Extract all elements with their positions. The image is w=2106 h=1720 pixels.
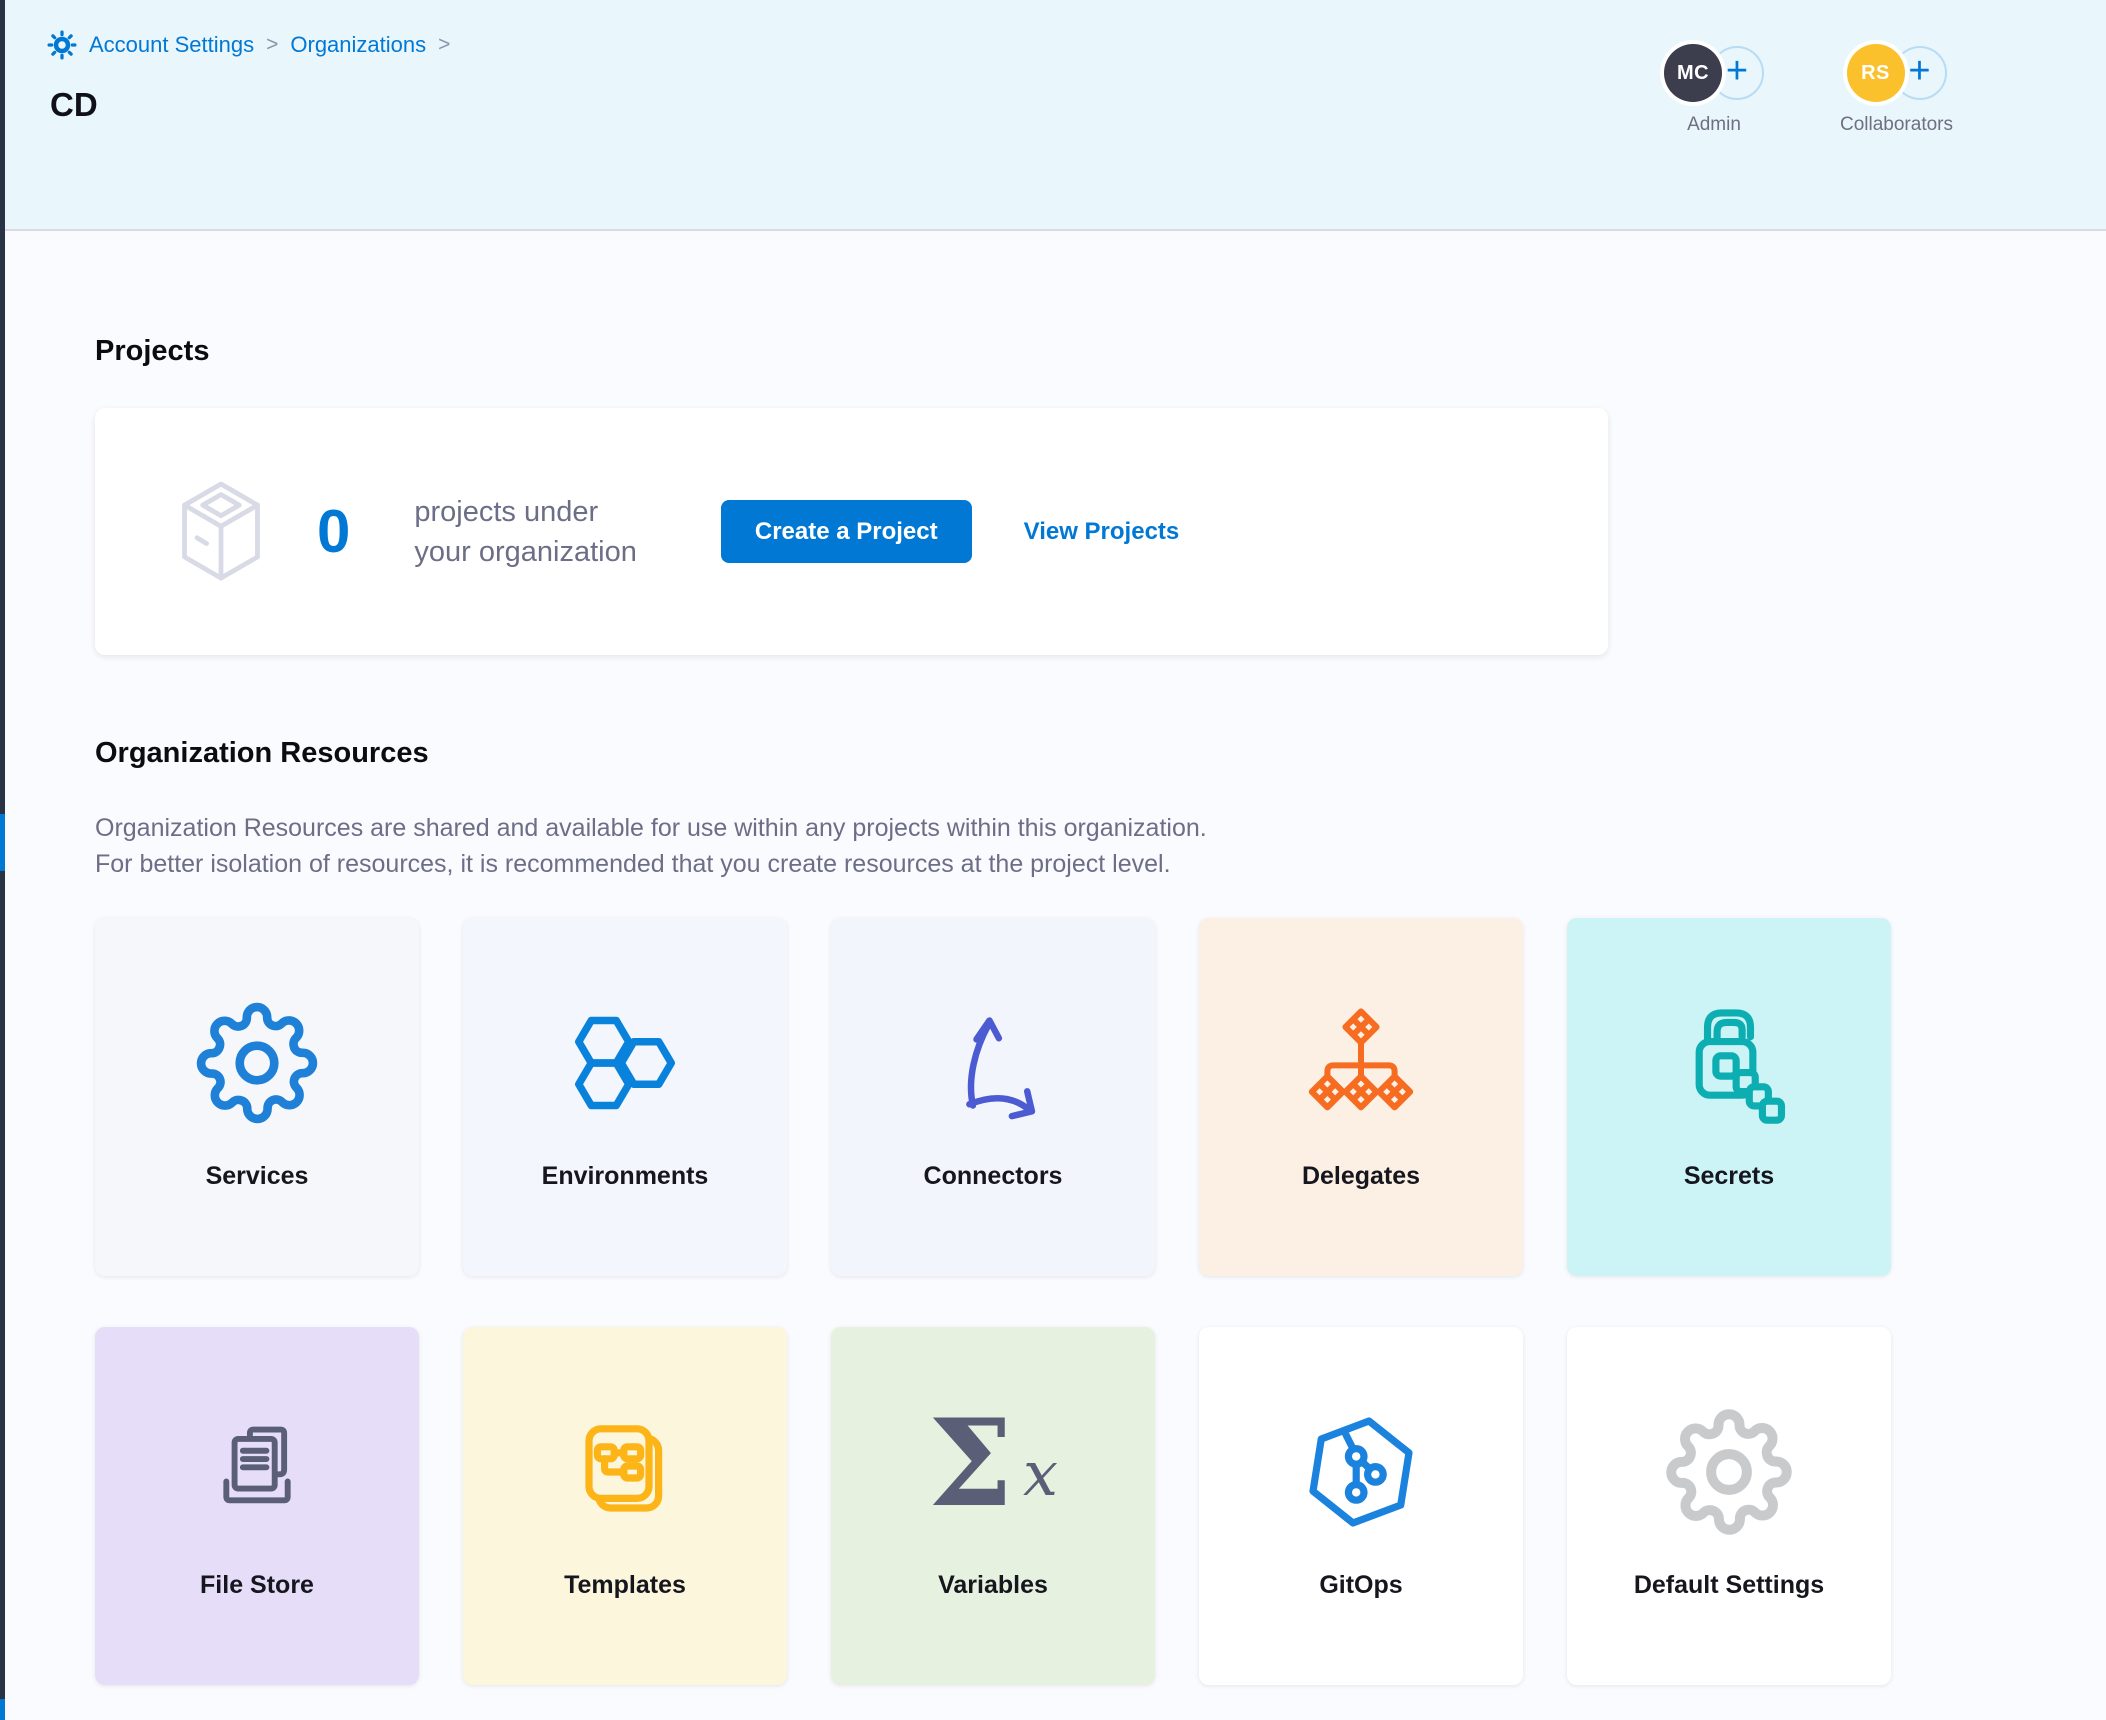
sidebar-rail-highlight [0,814,5,871]
tile-label: Templates [564,1571,686,1600]
breadcrumb-separator: > [438,33,450,57]
environments-hexagons-icon [556,988,694,1138]
projects-summary-card: 0 projects under your organization Creat… [95,408,1608,655]
file-store-icon [198,1397,316,1547]
admin-group: MC + Admin [1664,44,1764,136]
tile-gitops[interactable]: GitOps [1199,1327,1523,1685]
breadcrumb-account-settings[interactable]: Account Settings [89,32,254,58]
page-title: CD [50,86,98,124]
page-header: Account Settings > Organizations > CD MC… [0,0,2106,231]
breadcrumb: Account Settings > Organizations > [47,30,462,60]
tile-delegates[interactable]: Delegates [1199,918,1523,1276]
tile-label: Default Settings [1634,1571,1824,1600]
organization-overview-page: Account Settings > Organizations > CD MC… [0,0,2106,1720]
collapsed-sidebar-rail[interactable] [0,0,5,1720]
description-line-2: For better isolation of resources, it is… [95,846,1891,882]
project-count: 0 [317,497,350,566]
services-gear-icon [196,988,318,1138]
secrets-lock-icon [1667,988,1791,1138]
collaborator-avatar[interactable]: RS [1847,44,1905,102]
caption-line-1: projects under [414,492,636,532]
tile-secrets[interactable]: Secrets [1567,918,1891,1276]
organization-resources-heading: Organization Resources [95,737,1891,770]
create-project-button[interactable]: Create a Project [721,500,972,563]
collaborators-label: Collaborators [1840,114,1953,136]
project-cube-icon [173,478,269,586]
main-content: Projects 0 projects under your organizat… [95,231,1891,1685]
templates-icon [565,1397,685,1547]
tile-label: Variables [938,1571,1048,1600]
tile-label: File Store [200,1571,314,1600]
gitops-branch-icon [1301,1397,1421,1547]
tile-label: Environments [542,1162,709,1191]
admin-avatar[interactable]: MC [1664,44,1722,102]
default-settings-gear-icon [1666,1397,1792,1547]
tile-label: Services [206,1162,309,1191]
tile-templates[interactable]: Templates [463,1327,787,1685]
caption-line-2: your organization [414,532,636,572]
organization-resources-description: Organization Resources are shared and av… [95,810,1891,882]
breadcrumb-organizations[interactable]: Organizations [290,32,426,58]
settings-gear-icon [47,30,77,60]
tile-variables[interactable]: Σ x Variables [831,1327,1155,1685]
sidebar-rail-highlight [0,1699,5,1720]
tile-services[interactable]: Services [95,918,419,1276]
view-projects-link[interactable]: View Projects [1024,518,1180,546]
tile-label: Secrets [1684,1162,1774,1191]
admin-label: Admin [1687,114,1741,136]
collaborators-group: RS + Collaborators [1840,44,1953,136]
connectors-arrows-icon [934,988,1052,1138]
org-members: MC + Admin RS + Collaborators [1664,44,1953,136]
tile-environments[interactable]: Environments [463,918,787,1276]
tile-label: GitOps [1319,1571,1402,1600]
tile-connectors[interactable]: Connectors [831,918,1155,1276]
tile-label: Delegates [1302,1162,1420,1191]
projects-heading: Projects [95,335,1891,368]
sigma-glyph: Σ [928,1389,1013,1539]
project-count-caption: projects under your organization [414,492,636,572]
variables-sigma-icon: Σ x [918,1397,1068,1547]
delegates-tree-icon [1301,988,1421,1138]
breadcrumb-separator: > [266,33,278,57]
italic-x-glyph: x [1023,1437,1058,1510]
resource-tiles-grid: Services Environments [95,918,1891,1685]
tile-label: Connectors [924,1162,1063,1191]
description-line-1: Organization Resources are shared and av… [95,810,1891,846]
tile-file-store[interactable]: File Store [95,1327,419,1685]
tile-default-settings[interactable]: Default Settings [1567,1327,1891,1685]
